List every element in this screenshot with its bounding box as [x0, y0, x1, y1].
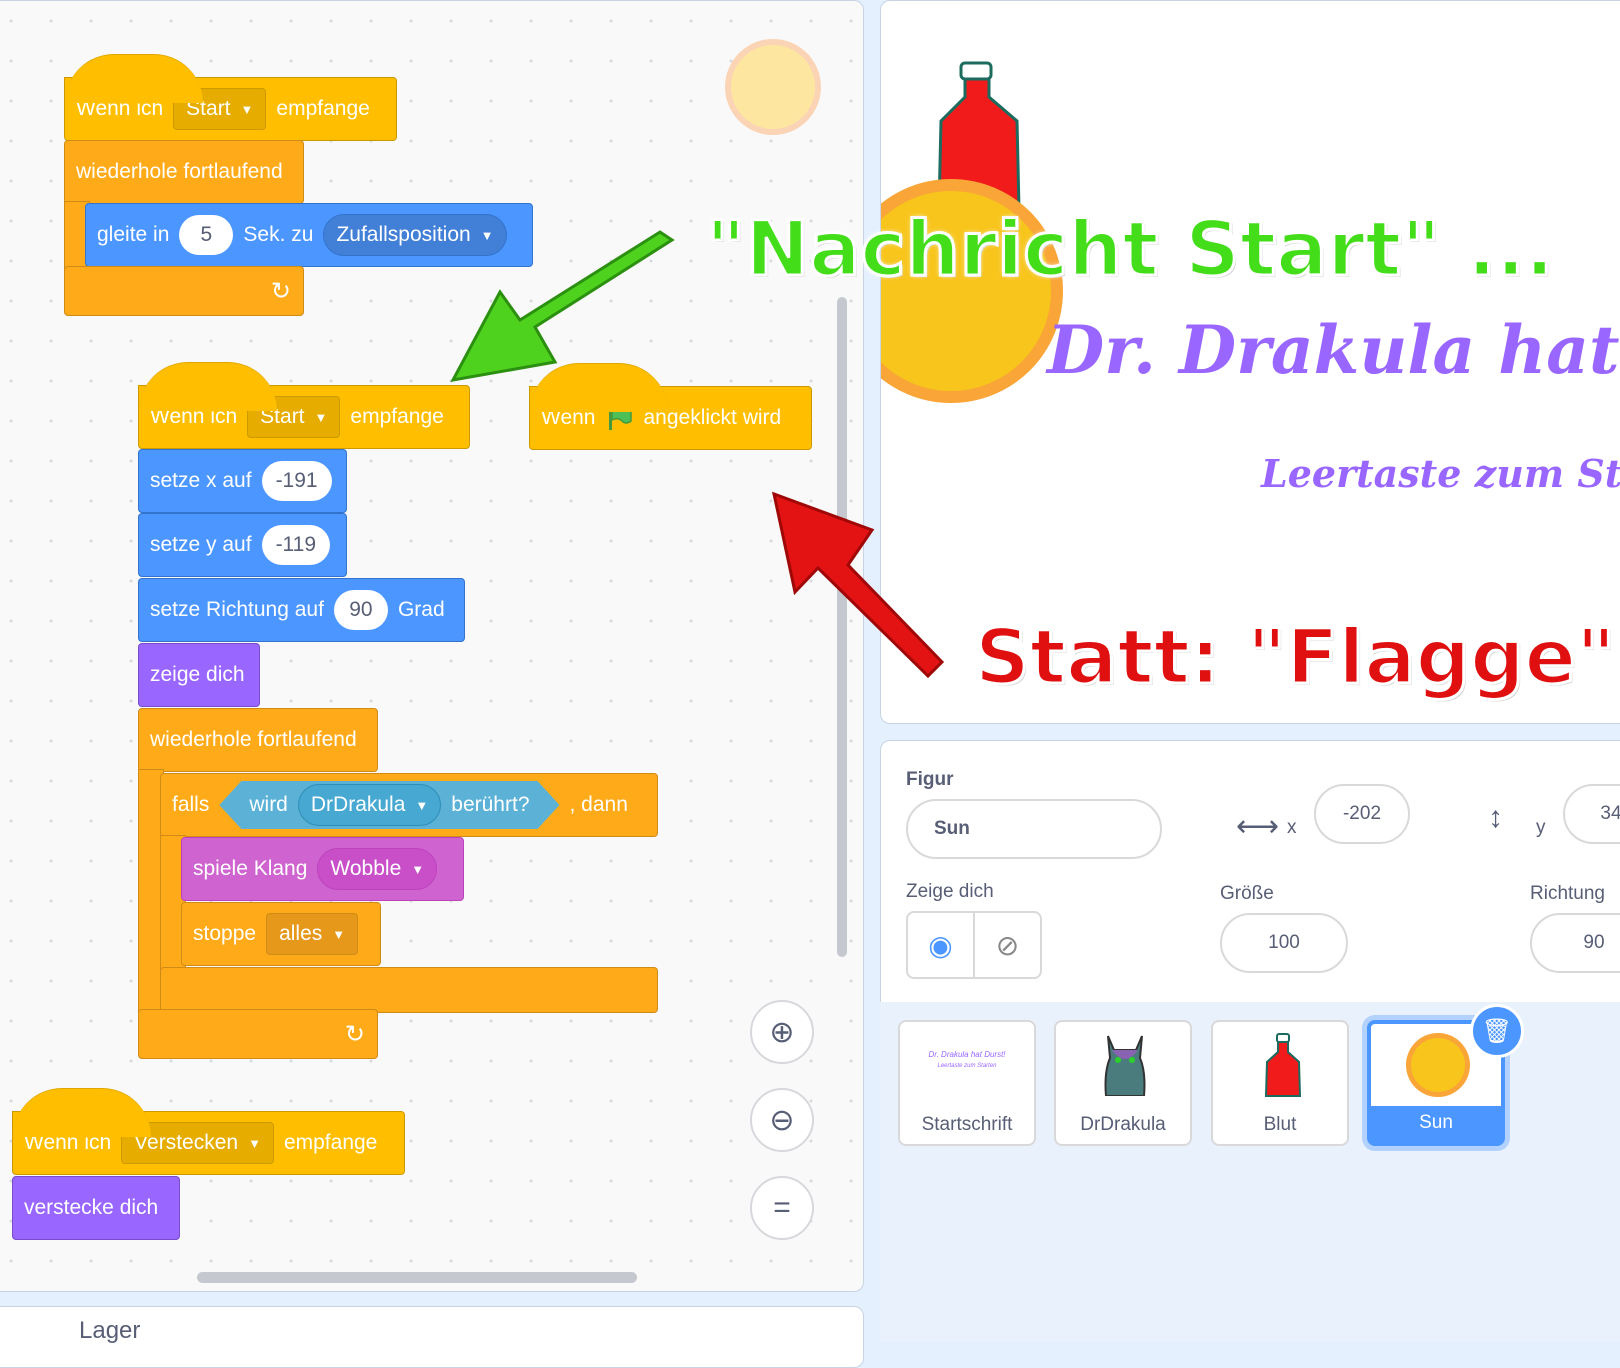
vertical-arrows-icon: ↕	[1488, 801, 1503, 834]
horizontal-arrows-icon: ⟷	[1236, 810, 1280, 843]
sprite-name: Sun	[1419, 1112, 1453, 1133]
sprite-tile-startschrift[interactable]: Dr. Drakula hat Durst! Leertaste zum Sta…	[898, 1020, 1036, 1146]
y-input[interactable]: 34	[1563, 784, 1620, 844]
x-value: -202	[1342, 803, 1382, 824]
direction-input[interactable]: 90	[1530, 913, 1620, 973]
sprite-tile-blut[interactable]: Blut	[1211, 1020, 1349, 1146]
annotation-red-text: Statt: "Flagge"	[974, 611, 1618, 703]
sprite-name: Startschrift	[921, 1114, 1013, 1135]
thumbnail-title: Dr. Drakula hat Durst!	[928, 1050, 1006, 1059]
hide-button[interactable]: ⊘	[975, 913, 1040, 977]
startschrift-thumbnail: Dr. Drakula hat Durst! Leertaste zum Sta…	[912, 1050, 1022, 1069]
size-label: Größe	[1220, 883, 1274, 904]
blut-thumbnail	[1264, 1033, 1302, 1097]
trash-icon: 🗑	[1481, 1017, 1513, 1045]
x-label: x	[1287, 817, 1297, 838]
sprite-name-input[interactable]: Sun	[906, 799, 1162, 859]
sprite-info-panel: Figur Sun ⟷ x -202 ↕ y 34 Zeige dich ◉ ⊘…	[880, 740, 1620, 1004]
show-toggle-group: ◉ ⊘	[906, 911, 1042, 979]
annotation-green-text: "Nachricht Start" ...	[705, 203, 1556, 295]
sprite-name-label: Figur	[906, 769, 954, 790]
y-value: 34	[1600, 803, 1620, 824]
eye-slash-icon: ⊘	[995, 929, 1020, 961]
sun-thumbnail	[1411, 1038, 1465, 1092]
eye-icon: ◉	[928, 929, 953, 961]
sprite-name: Blut	[1263, 1114, 1297, 1135]
sprite-name-value: Sun	[934, 818, 970, 839]
y-label: y	[1536, 817, 1546, 838]
sprite-tile-drdrakula[interactable]: DrDrakula	[1054, 1020, 1192, 1146]
x-input[interactable]: -202	[1314, 784, 1410, 844]
direction-label: Richtung	[1530, 883, 1605, 904]
show-label: Zeige dich	[906, 881, 994, 902]
thumbnail-subtitle: Leertaste zum Starten	[937, 1063, 997, 1069]
size-value: 100	[1268, 932, 1300, 953]
show-button[interactable]: ◉	[908, 913, 975, 977]
size-input[interactable]: 100	[1220, 913, 1348, 973]
drdrakula-thumbnail	[1104, 1035, 1146, 1096]
sprite-name: DrDrakula	[1080, 1114, 1166, 1135]
direction-value: 90	[1583, 932, 1605, 953]
delete-sprite-button[interactable]: 🗑	[1470, 1004, 1524, 1058]
